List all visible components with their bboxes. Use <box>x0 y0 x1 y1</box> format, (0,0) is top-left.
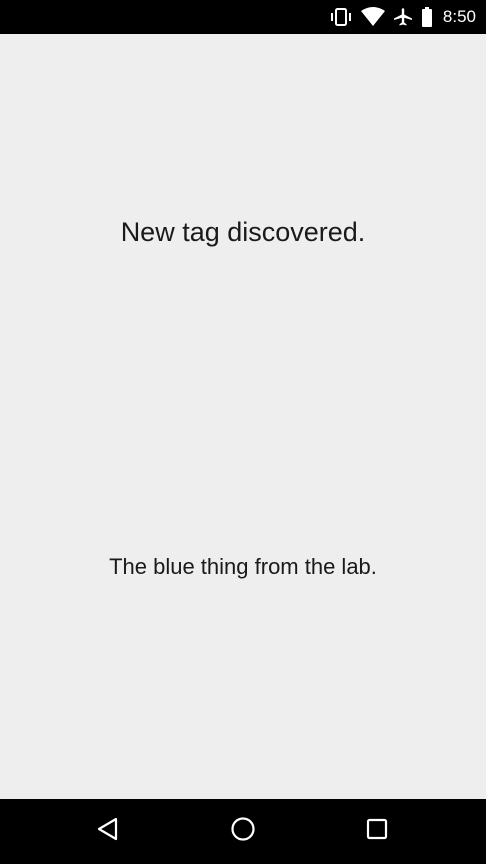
main-content: New tag discovered. The blue thing from … <box>0 34 486 799</box>
back-button[interactable] <box>88 811 128 851</box>
back-icon <box>95 816 121 847</box>
recents-button[interactable] <box>357 811 397 851</box>
tag-content-text: The blue thing from the lab. <box>109 554 377 579</box>
vibrate-icon <box>329 7 353 27</box>
page-title: New tag discovered. <box>120 217 366 247</box>
status-icons: 8:50 <box>329 0 476 34</box>
navigation-bar <box>0 799 486 864</box>
wifi-icon <box>360 7 385 27</box>
status-time: 8:50 <box>442 7 476 26</box>
battery-icon <box>421 7 433 27</box>
airplane-mode-icon <box>393 7 413 27</box>
status-bar: 8:50 <box>0 0 486 34</box>
recents-icon <box>364 816 390 847</box>
home-button[interactable] <box>223 811 263 851</box>
screen: 8:50 New tag discovered. The blue thing … <box>0 0 486 864</box>
home-icon <box>230 816 256 847</box>
